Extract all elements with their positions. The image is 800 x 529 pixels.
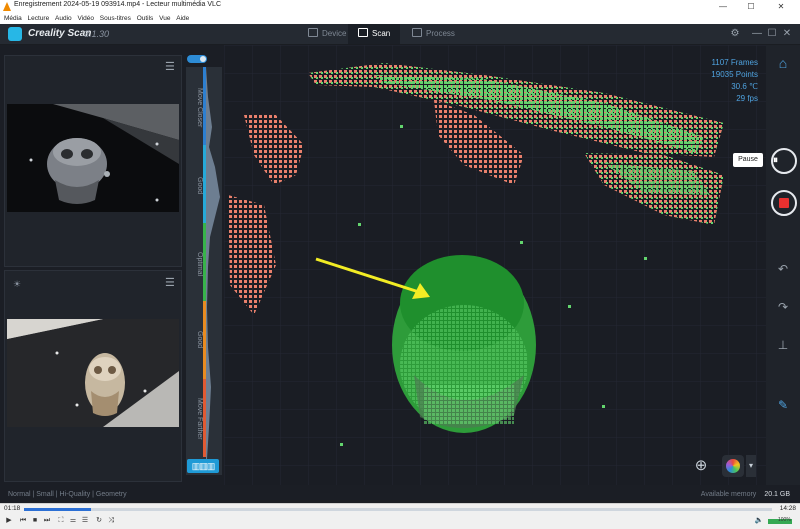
- gauge-zone-move-farther: Move Farther: [196, 398, 203, 440]
- redo-icon[interactable]: ↷: [773, 297, 793, 317]
- distance-histogram: [206, 67, 220, 459]
- app-name: Creality Scan: [28, 28, 92, 39]
- scan-stats: 1107 Frames 19035 Points 30.6 ℃ 29 fps: [711, 57, 758, 105]
- eraser-icon[interactable]: ✎: [773, 395, 793, 415]
- scan-mode-text: Normal | Small | Hi-Quality | Geometry: [8, 491, 127, 498]
- settings-icon[interactable]: ⚙: [728, 27, 742, 41]
- volume-text: 100%: [778, 517, 791, 523]
- light-icon[interactable]: ☀: [13, 279, 21, 290]
- previous-button[interactable]: ⏮: [18, 516, 28, 525]
- undo-icon[interactable]: ↶: [773, 259, 793, 279]
- menu-audio[interactable]: Audio: [55, 14, 72, 24]
- temperature: 30.6 ℃: [731, 82, 758, 91]
- pause-tooltip: Pause: [733, 153, 763, 167]
- pause-button[interactable]: ⏸: [771, 148, 797, 174]
- creality-logo-icon: [8, 27, 22, 41]
- shuffle-button[interactable]: ⤨: [106, 516, 116, 525]
- speaker-icon[interactable]: 🔈: [754, 516, 764, 525]
- rgb-camera-view: [7, 319, 179, 427]
- memory-value: 20.1 GB: [764, 491, 790, 498]
- app-close-button[interactable]: ✕: [780, 27, 794, 41]
- window-minimize-button[interactable]: —: [712, 0, 734, 14]
- vlc-menu-bar: Média Lecture Audio Vidéo Sous-titres Ou…: [0, 14, 800, 24]
- app-maximize-button[interactable]: ☐: [765, 27, 779, 41]
- vlc-controls: 01:18 14:28 ▶ ⏮ ■ ⏭ ⛶ ⚌ ☰ ↻ ⤨ 🔈 100%: [0, 503, 800, 529]
- gauge-zone-good-far: Good: [196, 331, 203, 349]
- app-version: 3.1.30: [84, 29, 110, 39]
- menu-aide[interactable]: Aide: [176, 14, 189, 24]
- window-maximize-button[interactable]: ☐: [740, 0, 762, 14]
- fullscreen-button[interactable]: ⛶: [56, 516, 66, 525]
- menu-sous-titres[interactable]: Sous-titres: [100, 14, 131, 24]
- tab-process[interactable]: Process: [402, 24, 465, 44]
- menu-media[interactable]: Média: [4, 14, 22, 24]
- color-wheel-icon: [726, 459, 740, 473]
- current-time: 01:18: [4, 505, 21, 512]
- panel-menu-icon[interactable]: ☰: [165, 62, 175, 73]
- play-button[interactable]: ▶: [4, 516, 14, 525]
- stamp-icon[interactable]: ⊥: [773, 335, 793, 355]
- seek-progress: [24, 508, 92, 511]
- tool-rail: ⌂ ⏸ ↶ ↷ ⊥ ✎: [766, 45, 800, 485]
- extended-settings-button[interactable]: ⚌: [68, 516, 78, 525]
- ruler-icon[interactable]: ▥▥▥: [187, 459, 219, 473]
- memory-indicator: Available memory 20.1 GB: [701, 491, 790, 498]
- playlist-button[interactable]: ☰: [80, 516, 90, 525]
- color-mode-dropdown[interactable]: ▾: [746, 455, 756, 477]
- menu-outils[interactable]: Outils: [137, 14, 154, 24]
- device-icon: [308, 28, 318, 37]
- gauge-zone-optimal: Optimal: [196, 251, 203, 277]
- scan-icon: [358, 28, 368, 37]
- total-time: 14:28: [779, 505, 796, 512]
- stop-button[interactable]: [771, 190, 797, 216]
- vlc-cone-icon: [3, 2, 11, 11]
- points-count: 19035 Points: [711, 70, 758, 79]
- gauge-zone-move-closer: Move Closer: [196, 88, 203, 128]
- window-close-button[interactable]: ✕: [770, 0, 792, 14]
- gauge-zone-good-near: Good: [196, 177, 203, 195]
- fps: 29 fps: [736, 94, 758, 103]
- loop-button[interactable]: ↻: [94, 516, 104, 525]
- menu-lecture[interactable]: Lecture: [28, 14, 50, 24]
- vlc-title-bar: Enregistrement 2024-05-19 093914.mp4 - L…: [0, 0, 800, 15]
- gauge-column: Move Closer Good Optimal Good Move Farth…: [186, 67, 222, 475]
- memory-label: Available memory: [700, 491, 757, 498]
- depth-camera-panel: ☰: [4, 55, 182, 267]
- app-status-bar: Normal | Small | Hi-Quality | Geometry A…: [0, 486, 800, 503]
- next-button[interactable]: ⏭: [42, 516, 52, 525]
- scan-viewport[interactable]: 1107 Frames 19035 Points 30.6 ℃ 29 fps ⊕…: [224, 45, 766, 485]
- seek-bar[interactable]: [24, 508, 772, 511]
- app-header: Creality Scan 3.1.30 Device Scan Process…: [0, 24, 800, 45]
- stop-playback-button[interactable]: ■: [30, 516, 40, 525]
- menu-video[interactable]: Vidéo: [77, 14, 94, 24]
- app-minimize-button[interactable]: —: [750, 27, 764, 41]
- window-title: Enregistrement 2024-05-19 093914.mp4 - L…: [14, 1, 222, 8]
- rgb-camera-panel: ☀ ☰: [4, 270, 182, 482]
- distance-gauge: Move Closer Good Optimal Good Move Farth…: [186, 55, 222, 475]
- gauge-toggle[interactable]: [187, 55, 207, 63]
- home-icon[interactable]: ⌂: [773, 53, 793, 73]
- frames-count: 1107 Frames: [711, 58, 758, 67]
- depth-camera-view: [7, 104, 179, 212]
- process-icon: [412, 28, 422, 37]
- tab-scan[interactable]: Scan: [348, 24, 401, 44]
- menu-vue[interactable]: Vue: [159, 14, 170, 24]
- point-cloud: [224, 45, 766, 485]
- panel-menu-icon[interactable]: ☰: [165, 278, 175, 289]
- color-mode-button[interactable]: [722, 455, 744, 477]
- target-icon[interactable]: ⊕: [692, 457, 710, 475]
